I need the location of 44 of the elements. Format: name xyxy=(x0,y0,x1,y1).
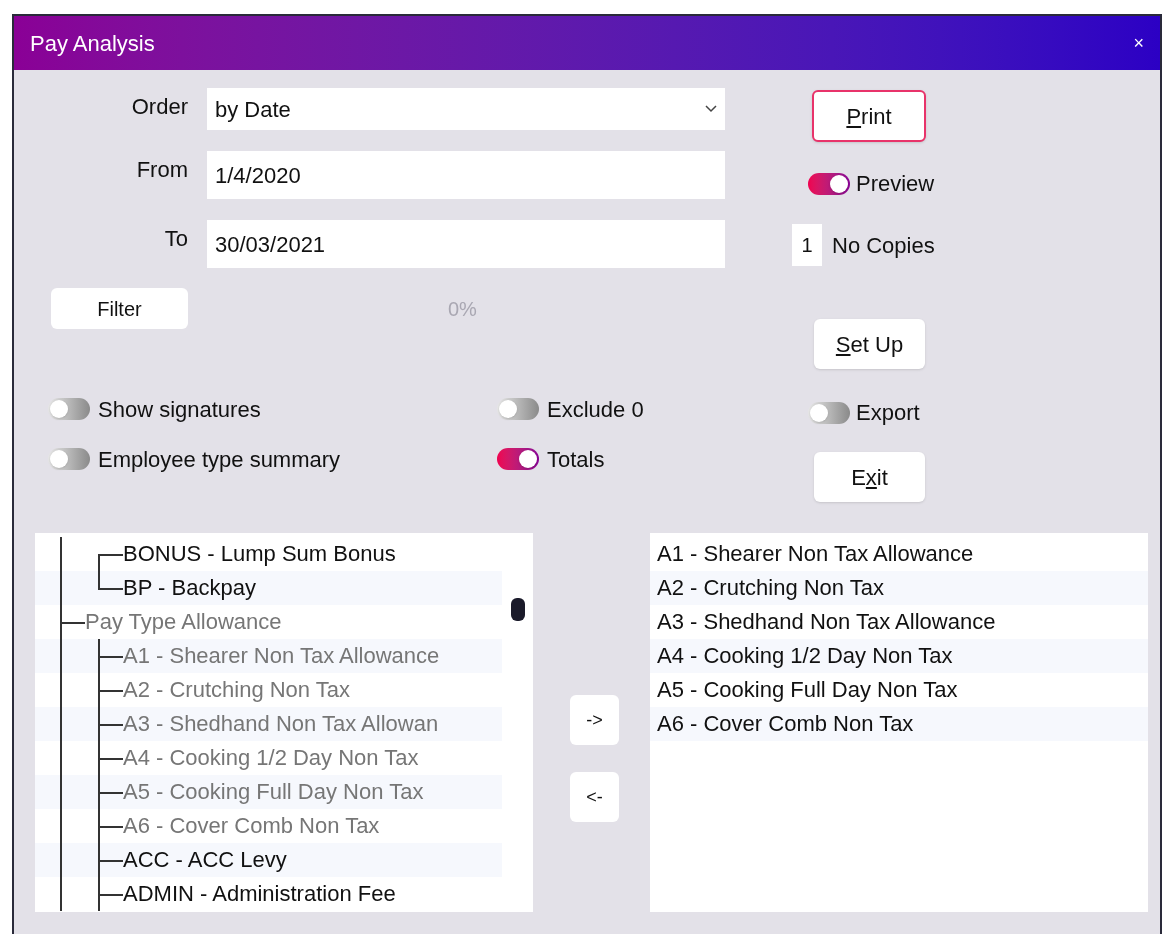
close-button[interactable]: × xyxy=(1133,29,1144,57)
copies-field[interactable]: 1 xyxy=(792,224,822,266)
list-item[interactable]: A4 - Cooking 1/2 Day Non Tax xyxy=(650,639,1148,673)
print-button[interactable]: Print xyxy=(812,90,926,142)
date-field[interactable]: 30/03/2021 xyxy=(207,220,725,268)
option-label: Exclude 0 xyxy=(547,395,644,424)
preview-label: Preview xyxy=(856,170,935,198)
field-label: From xyxy=(135,156,188,184)
setup-button[interactable]: Set Up xyxy=(814,319,925,369)
toggle-switch[interactable] xyxy=(497,448,539,470)
add-button[interactable]: -> xyxy=(570,695,619,745)
order-dropdown[interactable]: by Date xyxy=(207,88,725,130)
export-label: Export xyxy=(856,399,920,427)
window-title: Pay Analysis xyxy=(30,29,155,58)
toggle-switch[interactable] xyxy=(497,398,539,420)
list-item[interactable]: A6 - Cover Comb Non Tax xyxy=(650,707,1148,741)
scrollbar-thumb[interactable] xyxy=(510,598,525,621)
list-item[interactable]: A2 - Crutching Non Tax xyxy=(650,571,1148,605)
toggle-switch[interactable] xyxy=(808,172,850,195)
list-item[interactable]: A3 - Shedhand Non Tax Allowance xyxy=(650,605,1148,639)
tree-item[interactable]: A3 - Shedhand Non Tax Allowan xyxy=(35,707,502,741)
date-field[interactable]: 1/4/2020 xyxy=(207,151,725,199)
toggle-switch[interactable] xyxy=(48,398,90,420)
tree-item[interactable]: Pay Type Allowance xyxy=(35,605,502,639)
option-label: Employee type summary xyxy=(98,445,341,474)
exit-button[interactable]: Exit xyxy=(814,452,925,502)
copies-label: No Copies xyxy=(832,231,935,260)
tree-item[interactable]: ADMIN - Administration Fee xyxy=(35,877,502,911)
toggle-switch[interactable] xyxy=(48,448,90,470)
tree-item[interactable]: A5 - Cooking Full Day Non Tax xyxy=(35,775,502,809)
field-label: To xyxy=(163,225,188,253)
remove-button[interactable]: <- xyxy=(570,772,619,822)
progress-text: 0% xyxy=(448,296,477,322)
filter-button[interactable]: Filter xyxy=(51,288,188,329)
list-item[interactable]: A5 - Cooking Full Day Non Tax xyxy=(650,673,1148,707)
list-item[interactable]: A1 - Shearer Non Tax Allowance xyxy=(650,537,1148,571)
option-label: Show signatures xyxy=(98,395,261,424)
toggle-switch[interactable] xyxy=(808,401,850,424)
field-label: Order xyxy=(130,93,188,121)
tree-item[interactable]: ACC - ACC Levy xyxy=(35,843,502,877)
chevron-down-icon xyxy=(705,105,717,113)
tree-item[interactable]: BP - Backpay xyxy=(35,571,502,605)
option-label: Totals xyxy=(547,445,605,474)
tree-item[interactable]: A1 - Shearer Non Tax Allowance xyxy=(35,639,502,673)
